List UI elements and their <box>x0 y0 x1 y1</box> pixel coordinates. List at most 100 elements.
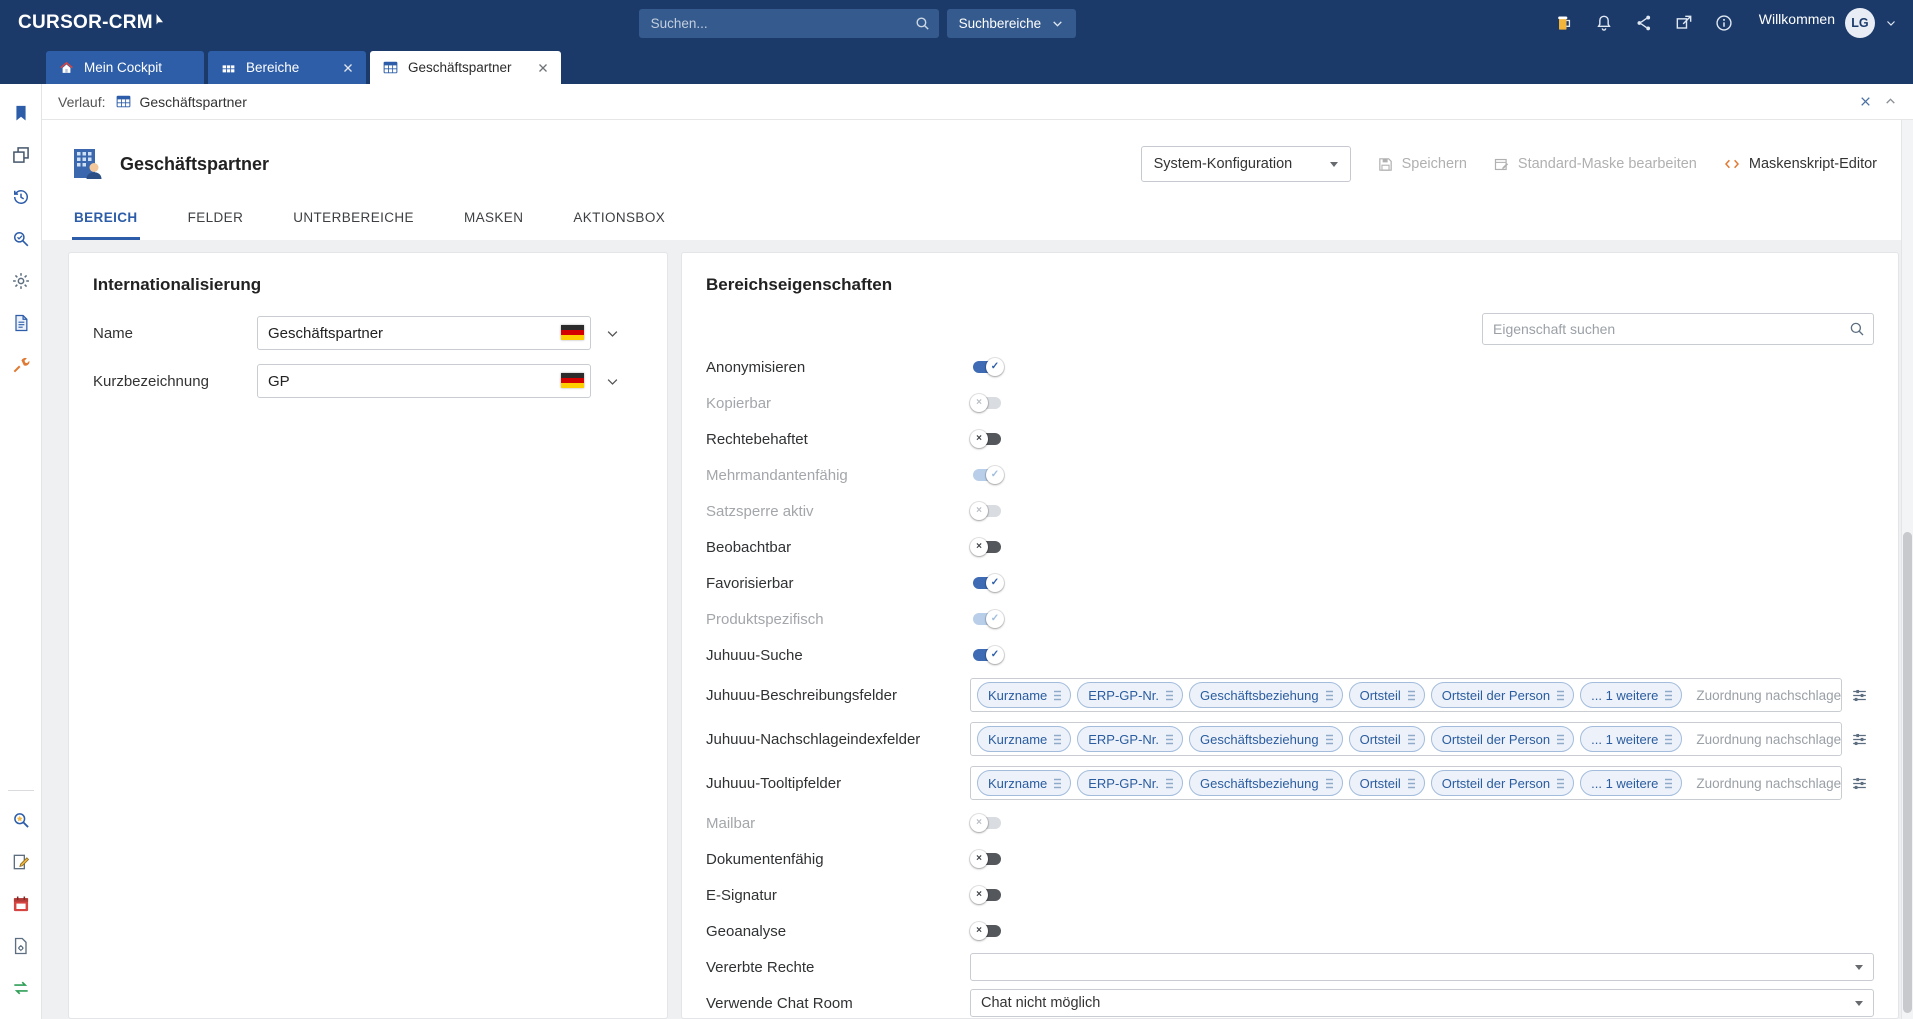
drag-handle-icon[interactable] <box>1407 734 1416 745</box>
drag-handle-icon[interactable] <box>1664 734 1673 745</box>
drag-handle-icon[interactable] <box>1053 734 1062 745</box>
info-icon[interactable] <box>1711 10 1737 36</box>
drag-handle-icon[interactable] <box>1407 778 1416 789</box>
search-edit-icon[interactable] <box>4 218 38 260</box>
tune-icon[interactable] <box>1844 730 1874 749</box>
tab-geschäftspartner[interactable]: Geschäftspartner <box>370 51 561 84</box>
toggle-juhuuu-suche[interactable]: ✓ <box>970 646 1004 664</box>
search-star-icon[interactable] <box>4 799 38 841</box>
field-chip[interactable]: ERP-GP-Nr. <box>1077 682 1183 708</box>
more-fields-chip[interactable]: ... 1 weitere <box>1580 682 1682 708</box>
drag-handle-icon[interactable] <box>1325 778 1334 789</box>
search-scope-button[interactable]: Suchbereiche <box>947 9 1077 38</box>
mask-script-editor-button[interactable]: Maskenskript-Editor <box>1723 155 1877 173</box>
toggle-anonymisieren[interactable]: ✓ <box>970 358 1004 376</box>
search-icon[interactable] <box>1848 320 1866 338</box>
drag-handle-icon[interactable] <box>1165 690 1174 701</box>
more-fields-chip[interactable]: ... 1 weitere <box>1580 770 1682 796</box>
kurzbezeichnung-input[interactable] <box>257 364 591 398</box>
drag-handle-icon[interactable] <box>1556 778 1565 789</box>
document-icon[interactable] <box>4 302 38 344</box>
field-chip[interactable]: Ortsteil der Person <box>1431 770 1574 796</box>
drag-handle-icon[interactable] <box>1165 734 1174 745</box>
property-label: Juhuuu-Suche <box>706 647 970 664</box>
share-icon[interactable] <box>1631 10 1657 36</box>
drag-handle-icon[interactable] <box>1325 690 1334 701</box>
field-chip[interactable]: ERP-GP-Nr. <box>1077 726 1183 752</box>
toggle-favorisierbar[interactable]: ✓ <box>970 574 1004 592</box>
beer-mug-icon[interactable] <box>1551 10 1577 36</box>
tune-icon[interactable] <box>1844 686 1874 705</box>
toggle-e-signatur[interactable]: × <box>970 886 1004 904</box>
drag-handle-icon[interactable] <box>1407 690 1416 701</box>
field-chip[interactable]: Geschäftsbeziehung <box>1189 770 1343 796</box>
toggle-rechtebehaftet[interactable]: × <box>970 430 1004 448</box>
drag-handle-icon[interactable] <box>1664 690 1673 701</box>
field-chip[interactable]: Kurzname <box>977 770 1071 796</box>
global-search-input[interactable] <box>639 9 939 38</box>
expand-translations-button[interactable] <box>596 365 628 397</box>
bookmark-icon[interactable] <box>4 92 38 134</box>
section-tab-unterbereiche[interactable]: UNTERBEREICHE <box>291 200 416 240</box>
more-fields-chip[interactable]: ... 1 weitere <box>1580 726 1682 752</box>
swap-icon[interactable] <box>4 967 38 1009</box>
field-chip[interactable]: Geschäftsbeziehung <box>1189 682 1343 708</box>
bell-icon[interactable] <box>1591 10 1617 36</box>
drag-handle-icon[interactable] <box>1165 778 1174 789</box>
history-clock-icon[interactable] <box>4 176 38 218</box>
drag-handle-icon[interactable] <box>1053 778 1062 789</box>
toggle-geoanalyse[interactable]: × <box>970 922 1004 940</box>
vererbte-rechte-select[interactable] <box>970 953 1874 981</box>
close-history-icon[interactable] <box>1859 95 1872 108</box>
toggle-dokumentenfähig[interactable]: × <box>970 850 1004 868</box>
drag-handle-icon[interactable] <box>1325 734 1334 745</box>
verwende-chat-room-select[interactable]: Chat nicht möglich <box>970 989 1874 1017</box>
field-chip[interactable]: Kurzname <box>977 726 1071 752</box>
copy-icon[interactable] <box>4 134 38 176</box>
field-chip[interactable]: Ortsteil <box>1349 682 1425 708</box>
drag-handle-icon[interactable] <box>1664 778 1673 789</box>
tab-mein-cockpit[interactable]: Mein Cockpit <box>46 51 204 84</box>
section-tab-bereich[interactable]: BEREICH <box>72 200 140 240</box>
juhuuu-nachschlageindexfelder-field[interactable]: Kurzname ERP-GP-Nr. Geschäftsbeziehung O… <box>970 722 1842 756</box>
field-chip[interactable]: Ortsteil der Person <box>1431 682 1574 708</box>
chevron-up-icon[interactable] <box>1884 95 1897 108</box>
field-chip[interactable]: Geschäftsbeziehung <box>1189 726 1343 752</box>
tools-icon[interactable] <box>4 344 38 386</box>
chevron-down-icon[interactable] <box>1885 17 1897 29</box>
history-item[interactable]: Geschäftspartner <box>115 93 246 110</box>
user-avatar[interactable]: LG <box>1845 8 1875 38</box>
configuration-select[interactable]: System-Konfiguration <box>1141 146 1351 182</box>
field-chip[interactable]: ERP-GP-Nr. <box>1077 770 1183 796</box>
section-tab-aktionsbox[interactable]: AKTIONSBOX <box>571 200 667 240</box>
scrollbar-thumb[interactable] <box>1903 532 1912 1013</box>
close-icon[interactable] <box>521 62 549 74</box>
drag-handle-icon[interactable] <box>1053 690 1062 701</box>
juhuuu-beschreibungsfelder-field[interactable]: Kurzname ERP-GP-Nr. Geschäftsbeziehung O… <box>970 678 1842 712</box>
property-search-input[interactable] <box>1482 313 1874 345</box>
field-chip[interactable]: Ortsteil <box>1349 726 1425 752</box>
calendar-icon[interactable] <box>4 883 38 925</box>
name-input[interactable] <box>257 316 591 350</box>
expand-translations-button[interactable] <box>596 317 628 349</box>
section-tab-felder[interactable]: FELDER <box>186 200 246 240</box>
toggle-beobachtbar[interactable]: × <box>970 538 1004 556</box>
edit-icon[interactable] <box>4 841 38 883</box>
tune-icon[interactable] <box>1844 774 1874 793</box>
field-chip[interactable]: Kurzname <box>977 682 1071 708</box>
section-tab-masken[interactable]: MASKEN <box>462 200 525 240</box>
vertical-scrollbar[interactable] <box>1901 120 1913 1019</box>
close-icon[interactable] <box>326 62 354 74</box>
save-button[interactable]: Speichern <box>1377 156 1467 173</box>
drag-handle-icon[interactable] <box>1556 690 1565 701</box>
open-window-icon[interactable] <box>1671 10 1697 36</box>
drag-handle-icon[interactable] <box>1556 734 1565 745</box>
juhuuu-tooltipfelder-field[interactable]: Kurzname ERP-GP-Nr. Geschäftsbeziehung O… <box>970 766 1842 800</box>
field-chip[interactable]: Ortsteil der Person <box>1431 726 1574 752</box>
gear-icon[interactable] <box>4 260 38 302</box>
field-chip[interactable]: Ortsteil <box>1349 770 1425 796</box>
edit-standard-mask-button[interactable]: Standard-Maske bearbeiten <box>1493 156 1697 173</box>
search-icon[interactable] <box>914 15 931 32</box>
tab-bereiche[interactable]: Bereiche <box>208 51 366 84</box>
document-gear-icon[interactable] <box>4 925 38 967</box>
